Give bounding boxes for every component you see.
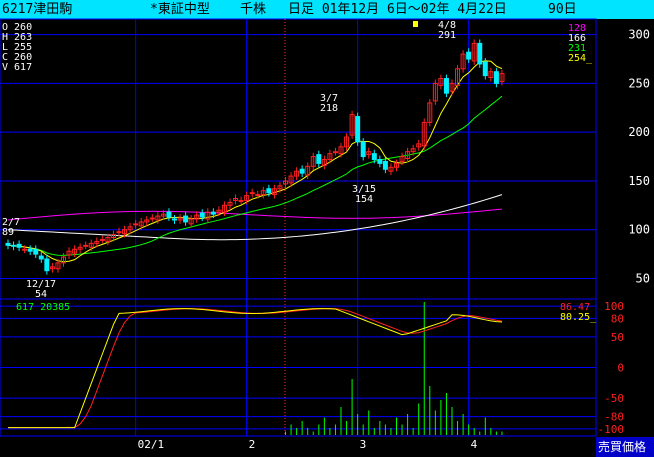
- ma-short-line: [7, 60, 503, 263]
- candle-body: [443, 78, 449, 94]
- candle-body: [332, 151, 338, 154]
- osc-value-fast: 80.25_: [560, 312, 597, 323]
- price-tick-label: 300: [628, 28, 650, 42]
- date-tick-label: 4: [471, 438, 478, 451]
- candle-body: [183, 215, 189, 223]
- candle-body: [83, 244, 89, 247]
- osc-tick-label: 0: [617, 362, 624, 375]
- osc-fast-line: [8, 308, 502, 429]
- date-tick-label: 3: [360, 438, 367, 451]
- price-tick-label: 150: [628, 174, 650, 188]
- annotation-peak-value: 291: [438, 30, 456, 41]
- ma-long-line: [7, 194, 503, 241]
- candle-body: [199, 212, 205, 218]
- date-tick-label: 02/1: [138, 438, 165, 451]
- candle-body: [38, 255, 44, 260]
- price-tick-label: 200: [628, 125, 650, 139]
- candle-body: [377, 158, 383, 164]
- candle-body: [299, 168, 305, 174]
- ohlc-volume: V 617: [2, 62, 32, 73]
- candle-body: [355, 116, 361, 143]
- candle-body: [477, 42, 483, 65]
- date-tick-label: 2: [249, 438, 256, 451]
- candle-body: [11, 244, 17, 247]
- candle-body: [466, 51, 472, 60]
- corner-label[interactable]: 売買価格: [598, 439, 646, 454]
- candle-body: [255, 194, 261, 197]
- volume-label: 617 20385: [16, 302, 70, 313]
- annotation-feb7-value: 89: [2, 227, 14, 238]
- date-axis: 02/1 2 3 4: [138, 438, 478, 451]
- grid-layer: [0, 19, 596, 436]
- current-marker: [413, 21, 418, 27]
- candle-body: [44, 258, 50, 272]
- candle-body: [116, 231, 122, 234]
- candle-body: [172, 218, 177, 221]
- stock-chart: O 260 H 263 L 255 C 260 V 617 128 166 23…: [0, 18, 654, 457]
- annotation-dec17-value: 54: [35, 289, 47, 300]
- candle-body: [149, 217, 155, 220]
- candle-body: [238, 199, 244, 202]
- candle-body: [482, 61, 488, 77]
- osc-tick-label: 50: [611, 331, 624, 344]
- oscillator-axis: 10080 50 0 -50 -80-100: [598, 300, 625, 436]
- osc-tick-label: -50: [604, 392, 624, 405]
- candle-body: [316, 154, 322, 164]
- candle-body: [22, 248, 28, 251]
- candle-body: [133, 223, 139, 226]
- annotation-mar15-value: 154: [355, 194, 373, 205]
- osc-tick-label: 100: [604, 300, 624, 313]
- candle-body: [249, 192, 255, 195]
- annotation-mar7-value: 218: [320, 103, 338, 114]
- candle-body: [166, 211, 172, 218]
- osc-tick-label: -80: [604, 411, 624, 424]
- ma-value-short: 254_: [568, 53, 593, 64]
- candle-body: [382, 160, 388, 170]
- candle-body: [99, 238, 105, 241]
- candle-body: [266, 188, 272, 194]
- price-tick-label: 250: [628, 76, 650, 90]
- price-axis: 300 250 200 150 100 50: [628, 28, 650, 286]
- candle-body: [33, 248, 39, 255]
- volume-bars: [285, 302, 503, 435]
- osc-tick-label: -100: [598, 423, 625, 436]
- oscillator-lines: [8, 308, 503, 429]
- candle-body: [493, 71, 499, 84]
- candle-body: [27, 248, 33, 252]
- price-tick-label: 100: [628, 223, 650, 237]
- osc-tick-label: 80: [611, 312, 624, 325]
- candle-body: [210, 211, 216, 215]
- candle-body: [360, 141, 366, 158]
- candle-body: [16, 243, 22, 248]
- candle-body: [5, 242, 11, 246]
- price-tick-label: 50: [636, 271, 650, 285]
- candle-body: [371, 153, 377, 160]
- moving-averages: [7, 60, 503, 263]
- price-panel-border: [0, 18, 597, 300]
